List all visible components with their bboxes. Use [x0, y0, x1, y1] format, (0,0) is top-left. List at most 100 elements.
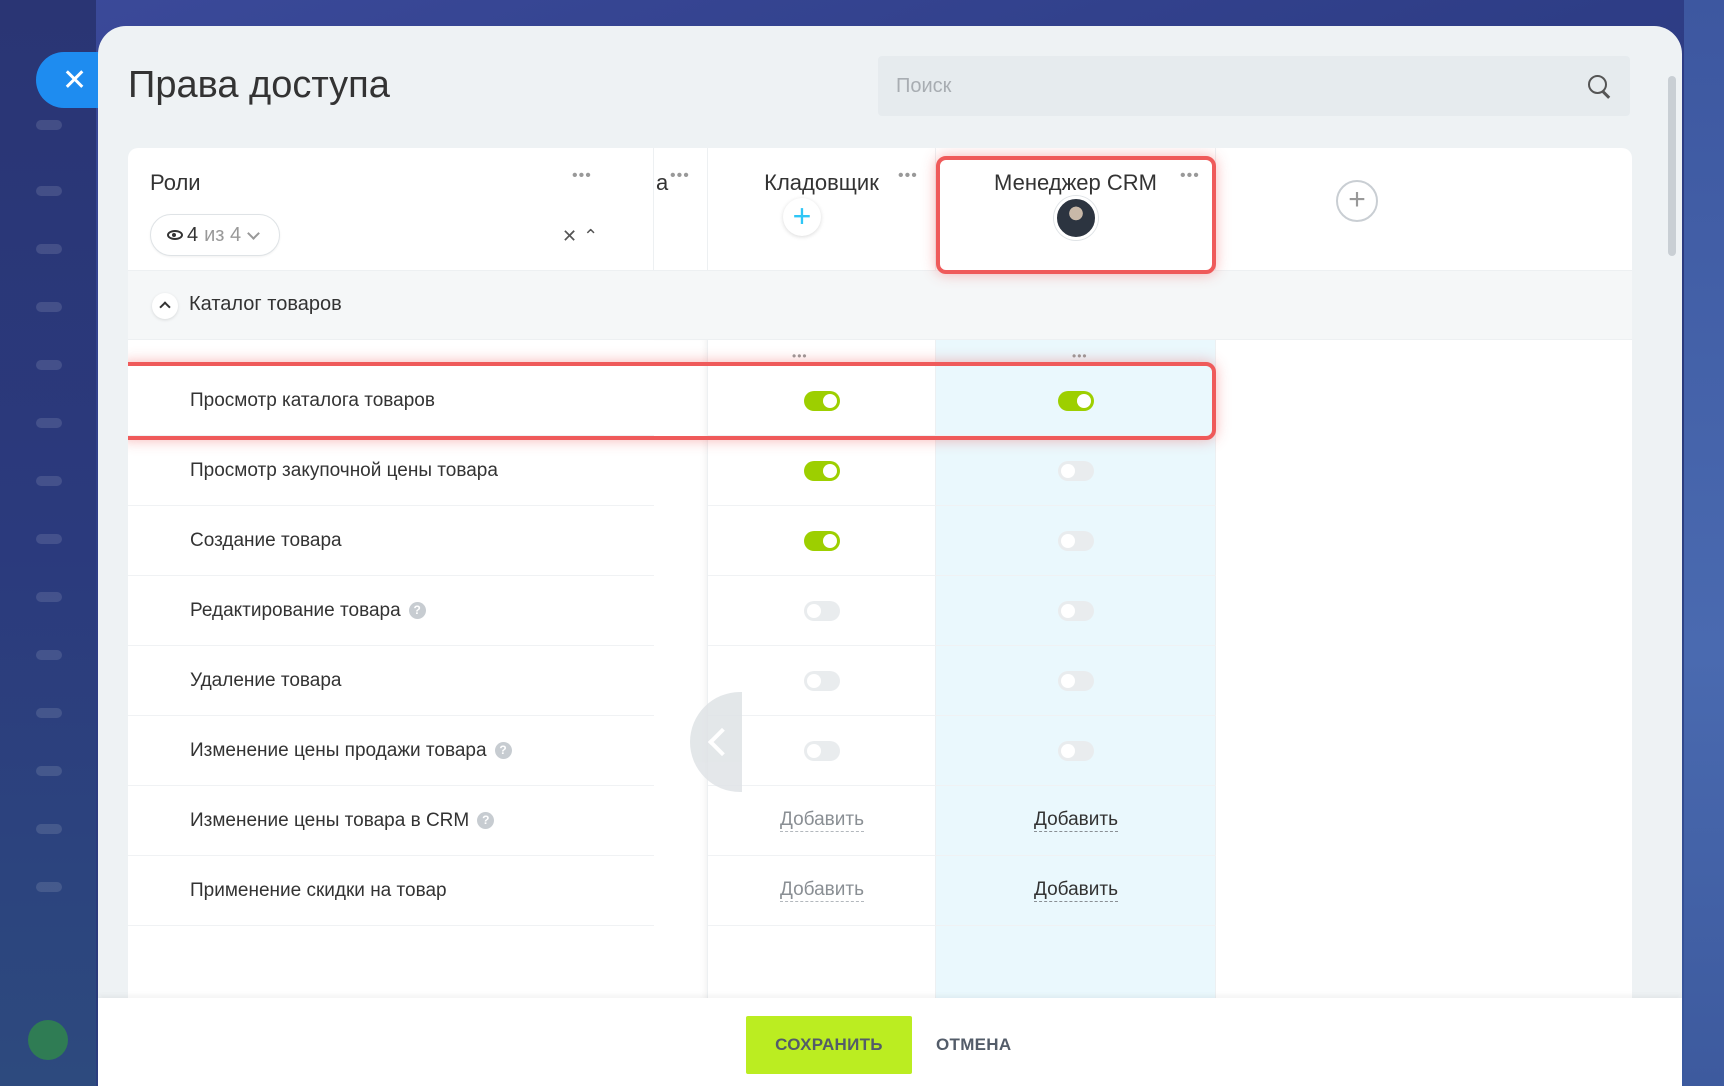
add-permission-link[interactable]: Добавить: [1034, 879, 1118, 902]
bg-nav-item: [36, 592, 62, 602]
bg-nav-item: [36, 476, 62, 486]
chevron-up-icon[interactable]: [152, 293, 178, 319]
access-rights-panel: Права доступа Роли ••• 4 из 4 ✕⌃ а •••: [98, 26, 1682, 1086]
bg-nav-item: [36, 244, 62, 254]
permission-cell: [708, 506, 936, 576]
permission-toggle[interactable]: [1058, 460, 1094, 481]
table-row: Применение скидки на товар Добавить Доба…: [128, 856, 1632, 926]
table-row: Удаление товара: [128, 646, 1632, 716]
permission-cell: [936, 576, 1216, 646]
role-column-kladovshik: Кладовщик ••• +: [708, 148, 936, 270]
bg-nav-item: [36, 360, 62, 370]
column-menu-icon[interactable]: •••: [792, 350, 808, 362]
highlight-permission-row: [128, 362, 1216, 440]
search-box[interactable]: [878, 56, 1630, 116]
search-input[interactable]: [896, 74, 1496, 98]
permissions-table: Роли ••• 4 из 4 ✕⌃ а ••• Кладовщик ••• +…: [128, 148, 1632, 1020]
role-visibility-filter[interactable]: 4 из 4: [150, 214, 280, 256]
permission-cell: Добавить: [936, 856, 1216, 926]
bg-status-dot: [28, 1020, 68, 1060]
permission-label: Просмотр закупочной цены товара: [190, 459, 498, 481]
permission-cell: Добавить: [708, 856, 936, 926]
roles-header: Роли ••• 4 из 4 ✕⌃: [128, 148, 654, 270]
permission-cell: [936, 646, 1216, 716]
column-menu-icon[interactable]: •••: [1072, 350, 1088, 362]
table-row: Изменение цены товара в CRM? Добавить До…: [128, 786, 1632, 856]
permission-label: Удаление товара: [190, 669, 342, 691]
roles-menu-icon[interactable]: •••: [572, 168, 592, 184]
bg-nav-item: [36, 418, 62, 428]
add-role-button[interactable]: +: [1336, 180, 1378, 222]
add-permission-link[interactable]: Добавить: [780, 809, 864, 832]
permission-toggle[interactable]: [1058, 530, 1094, 551]
permission-cell: [708, 436, 936, 506]
permission-name: Просмотр закупочной цены товара: [128, 436, 654, 506]
bg-nav-item: [36, 824, 62, 834]
role-column-label: а: [656, 170, 669, 195]
total-count: из 4: [204, 223, 242, 246]
permission-cell: Добавить: [936, 786, 1216, 856]
background-right: [1684, 0, 1724, 1086]
permission-toggle[interactable]: [804, 530, 840, 551]
permission-cell: [708, 646, 936, 716]
bg-nav-item: [36, 650, 62, 660]
permission-toggle[interactable]: [1058, 600, 1094, 621]
bg-nav-item: [36, 766, 62, 776]
bg-nav-item: [36, 186, 62, 196]
section-label: Каталог товаров: [189, 293, 342, 315]
role-menu-icon[interactable]: •••: [670, 168, 690, 184]
cancel-button[interactable]: ОТМЕНА: [936, 1016, 1011, 1074]
eye-icon: [167, 230, 183, 240]
role-menu-icon[interactable]: •••: [898, 168, 918, 184]
permission-toggle[interactable]: [1058, 740, 1094, 761]
permission-toggle[interactable]: [1058, 670, 1094, 691]
page-title: Права доступа: [128, 64, 390, 106]
help-icon[interactable]: ?: [408, 602, 426, 619]
permission-label: Создание товара: [190, 529, 342, 551]
permission-cell: [936, 716, 1216, 786]
permission-label: Применение скидки на товар: [190, 879, 447, 901]
bg-nav-item: [36, 708, 62, 718]
footer-bar: СОХРАНИТЬ ОТМЕНА: [98, 998, 1682, 1086]
table-row: Просмотр закупочной цены товара: [128, 436, 1632, 506]
section-header[interactable]: Каталог товаров: [128, 270, 1632, 340]
permission-name: Применение скидки на товар: [128, 856, 654, 926]
permission-name: Изменение цены товара в CRM?: [128, 786, 654, 856]
permission-name: Удаление товара: [128, 646, 654, 716]
search-icon[interactable]: [1586, 73, 1612, 99]
help-icon[interactable]: ?: [494, 742, 512, 759]
permission-toggle[interactable]: [804, 460, 840, 481]
save-button[interactable]: СОХРАНИТЬ: [746, 1016, 912, 1074]
bg-nav-item: [36, 302, 62, 312]
table-row: Создание товара: [128, 506, 1632, 576]
roles-label: Роли: [150, 170, 201, 195]
permission-toggle[interactable]: [804, 670, 840, 691]
permission-cell: [936, 506, 1216, 576]
scrollbar[interactable]: [1668, 76, 1676, 256]
chevron-down-icon: [247, 226, 261, 240]
add-permission-link[interactable]: Добавить: [780, 879, 864, 902]
permission-name: Создание товара: [128, 506, 654, 576]
visible-count: 4: [187, 223, 199, 246]
permission-label: Изменение цены товара в CRM: [190, 809, 470, 831]
add-permission-link[interactable]: Добавить: [1034, 809, 1118, 832]
highlight-role-column: [936, 156, 1216, 274]
permission-name: Изменение цены продажи товара?: [128, 716, 654, 786]
permission-cell: [708, 576, 936, 646]
permission-toggle[interactable]: [804, 600, 840, 621]
bg-nav-item: [36, 120, 62, 130]
bg-nav-item: [36, 882, 62, 892]
close-icon: ✕: [62, 63, 88, 97]
role-column-partial: а •••: [654, 148, 708, 270]
help-icon[interactable]: ?: [477, 812, 495, 829]
permission-cell: Добавить: [708, 786, 936, 856]
permission-label: Редактирование товара: [190, 599, 401, 621]
collapse-expand-icon[interactable]: ✕⌃: [562, 226, 604, 247]
permission-toggle[interactable]: [804, 740, 840, 761]
permission-label: Изменение цены продажи товара: [190, 739, 487, 761]
permission-name: Редактирование товара?: [128, 576, 654, 646]
table-row: Изменение цены продажи товара?: [128, 716, 1632, 786]
bg-nav-item: [36, 534, 62, 544]
permission-cell: [936, 436, 1216, 506]
add-member-icon[interactable]: +: [783, 198, 821, 236]
